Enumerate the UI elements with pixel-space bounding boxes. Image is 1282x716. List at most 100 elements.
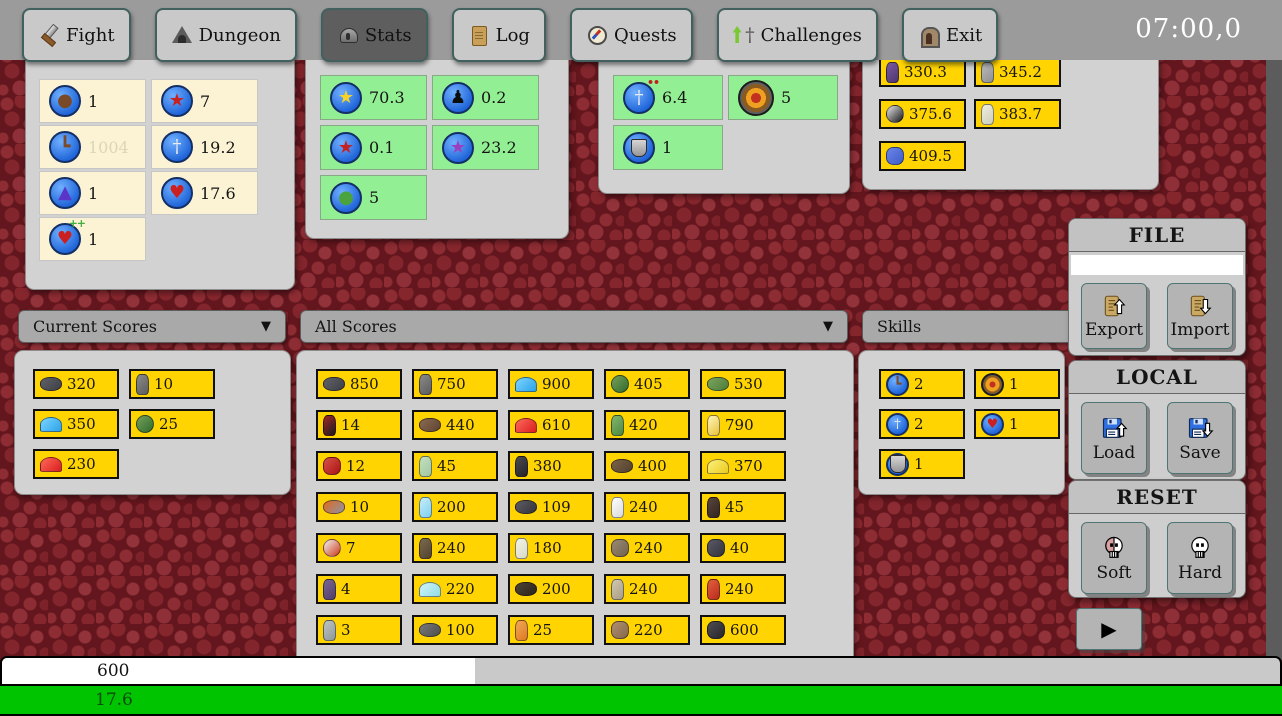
stat-cell: 5: [728, 75, 838, 120]
wraith-icon: [136, 374, 149, 395]
stat-cell: 25: [129, 409, 215, 439]
stat-cell: 10: [129, 369, 215, 399]
sword-icon: †: [161, 131, 193, 163]
current-scores-dropdown-label: Current Scores: [33, 317, 157, 336]
wraith-icon: [419, 374, 432, 395]
stat-value: 5: [781, 88, 791, 107]
nav-tab-fight[interactable]: Fight: [22, 8, 131, 62]
current-scores-grid: 3201035025230: [15, 351, 290, 479]
stat-cell: 409.5: [879, 141, 966, 171]
save-button[interactable]: Save: [1167, 402, 1233, 474]
troll-icon: [419, 456, 432, 477]
stat-value: 200: [542, 580, 571, 598]
floppy-up-icon: [1099, 414, 1129, 442]
load-button[interactable]: Load: [1081, 402, 1147, 474]
stat-value: 600: [730, 621, 759, 639]
hard-reset-button[interactable]: Hard: [1167, 522, 1233, 594]
stat-value: 230: [67, 455, 96, 473]
soft-reset-button[interactable]: Soft: [1081, 522, 1147, 594]
stat-cell: 850: [316, 369, 402, 399]
file-panel-title: FILE: [1069, 219, 1245, 252]
stat-cell: 240: [412, 533, 498, 563]
nav-tab-exit[interactable]: Exit: [902, 8, 998, 62]
challenge-icon: [733, 24, 755, 46]
stat-value: 100: [446, 621, 475, 639]
stat-value: 370: [734, 457, 763, 475]
dark-knight-icon: [707, 539, 725, 557]
boar-icon: [419, 418, 441, 432]
stat-value: 440: [446, 416, 475, 434]
stat-cell: 220: [604, 615, 690, 645]
alchemist-icon: [707, 621, 725, 639]
stat-cell: 405: [604, 369, 690, 399]
stat-cell: 45: [412, 451, 498, 481]
stat-cell: ▲1: [39, 171, 146, 215]
stat-value: 4: [341, 580, 351, 598]
stat-value: 350: [67, 415, 96, 433]
flaming-eyeball-icon: [323, 539, 341, 557]
shadow-beast-icon: [515, 582, 537, 596]
current-scores-dropdown[interactable]: Current Scores ▼: [18, 310, 286, 343]
stat-cell: 240: [604, 492, 690, 522]
stat-cell: 375.6: [879, 99, 966, 129]
fire-spirit-icon: [707, 415, 720, 436]
stat-cell: 380: [508, 451, 594, 481]
stat-cell: 370: [700, 451, 786, 481]
nav-tab-challenges[interactable]: Challenges: [717, 8, 878, 62]
dark-monk-icon: [707, 497, 720, 518]
stat-value: 240: [629, 498, 658, 516]
stat-value: 383.7: [999, 105, 1042, 123]
play-button[interactable]: ▶: [1076, 608, 1142, 650]
attributes-grid: ●1★7┗1004†19.2▲1♥17.6♥++1: [26, 53, 294, 261]
stat-cell: 600: [700, 615, 786, 645]
stat-value: 1: [88, 230, 98, 249]
bag-icon: ●: [49, 85, 81, 117]
file-input[interactable]: [1071, 255, 1243, 275]
stat-value: 1: [662, 138, 672, 157]
export-button[interactable]: Export: [1081, 283, 1147, 349]
droplet-icon: ●: [330, 182, 362, 214]
skeleton-icon: [515, 538, 528, 559]
stat-cell: ♟0.2: [432, 75, 539, 120]
shadow-figure-icon: [515, 456, 528, 477]
stat-value: 240: [629, 580, 658, 598]
stat-value: 17.6: [200, 184, 236, 203]
current-scores-panel: 3201035025230: [14, 350, 291, 495]
heart-icon: ♥: [981, 413, 1004, 436]
dark-tortoise-icon: [515, 500, 537, 514]
snake-icon: [611, 375, 629, 393]
monster-records-panel: 330.3345.2375.6383.7409.5: [862, 44, 1159, 190]
helm-icon: [337, 24, 359, 46]
scrollbar[interactable]: [1266, 60, 1282, 660]
nav-tab-label: Fight: [66, 25, 115, 46]
navbar: Fight Dungeon Stats Log Quests Challenges Exit…: [0, 0, 1282, 60]
silhouette-icon: ♟: [442, 82, 474, 114]
nav-tab-dungeon[interactable]: Dungeon: [155, 8, 297, 62]
boot-icon: ┗: [886, 373, 909, 396]
stat-cell: 109: [508, 492, 594, 522]
nav-tab-stats[interactable]: Stats: [321, 8, 428, 62]
nav-tab-quests[interactable]: Quests: [570, 8, 693, 62]
stat-value: 10: [154, 375, 173, 393]
stat-value: 2: [914, 415, 924, 433]
all-scores-dropdown[interactable]: All Scores ▼: [300, 310, 848, 343]
stat-value: 1: [88, 184, 98, 203]
nav-tab-log[interactable]: Log: [452, 8, 546, 62]
combat-stats-grid: †••6.451: [599, 53, 849, 170]
progress-value: 17.6: [95, 686, 133, 714]
stat-cell: ●1: [39, 79, 146, 123]
import-button[interactable]: Import: [1167, 283, 1233, 349]
shield-icon: [623, 132, 655, 164]
local-panel-title: LOCAL: [1069, 361, 1245, 394]
stat-cell: 400: [604, 451, 690, 481]
stat-cell: ┗2: [879, 369, 965, 399]
robot-icon: [323, 620, 336, 641]
blue-slime-icon: [40, 417, 62, 432]
stat-value: 40: [730, 539, 749, 557]
reset-panel-title: RESET: [1069, 481, 1245, 514]
stat-value: 345.2: [999, 63, 1042, 81]
skills-grid: ┗21†2♥11: [859, 351, 1064, 479]
skull-hard-icon: [1186, 534, 1214, 562]
stat-cell: 530: [700, 369, 786, 399]
stat-cell: 200: [508, 574, 594, 604]
